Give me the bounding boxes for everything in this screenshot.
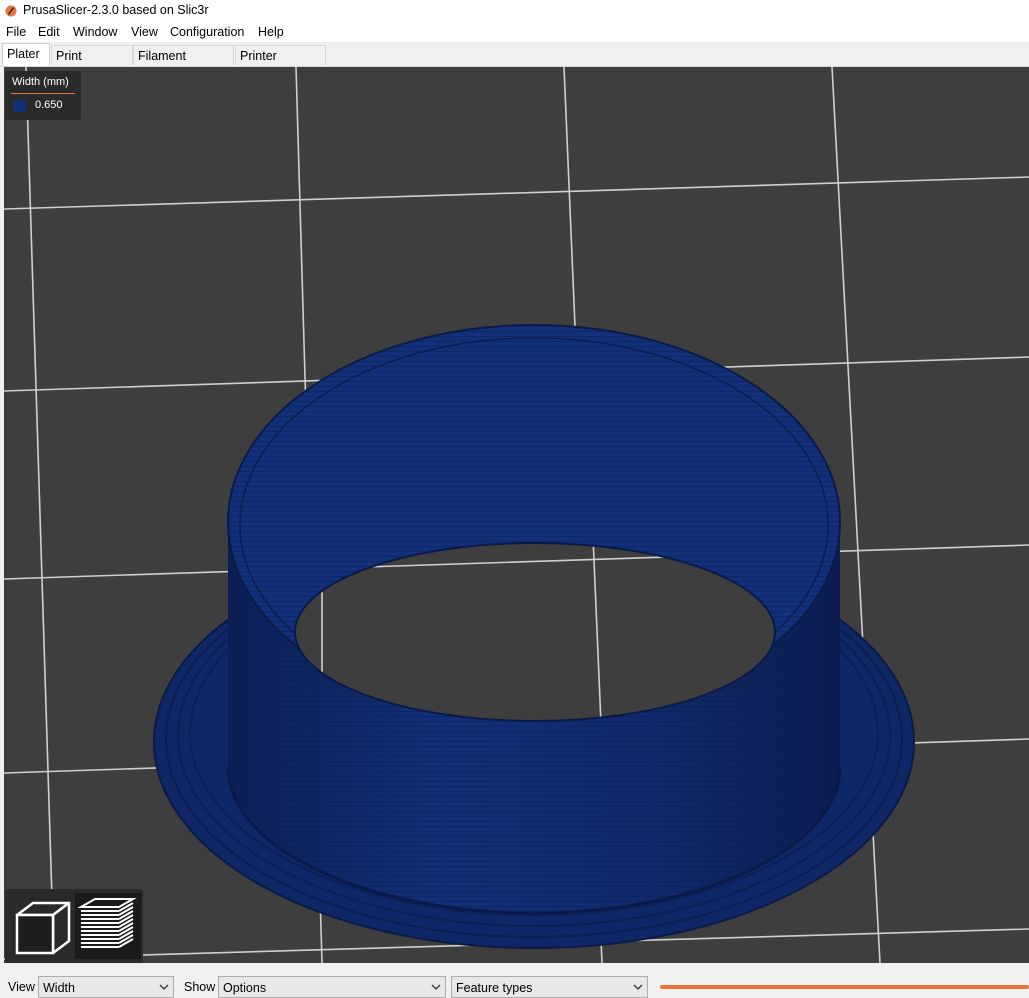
cube-icon[interactable]	[9, 893, 75, 959]
legend-value: 0.650	[35, 99, 63, 111]
window-title: PrusaSlicer-2.3.0 based on Slic3r	[23, 3, 209, 17]
preview-3d-canvas[interactable]	[4, 67, 1029, 963]
menu-window[interactable]: Window	[73, 25, 117, 39]
gcode-preview-scene	[4, 67, 1029, 963]
settings-tabs: Plater Print Settings Filament Settings …	[0, 42, 1029, 83]
tab-print-settings[interactable]: Print Settings	[51, 45, 133, 83]
show-label: Show	[184, 980, 216, 994]
menu-bar: File Edit Window View Configuration Help	[0, 22, 1029, 42]
tab-printer-settings[interactable]: Printer Settings	[235, 45, 326, 83]
menu-edit[interactable]: Edit	[38, 25, 60, 39]
view-toggle-panel	[5, 889, 143, 963]
legend-divider	[11, 93, 75, 94]
show-options-value: Options	[223, 981, 267, 995]
feature-types-value: Feature types	[456, 981, 533, 995]
prusaslicer-logo-icon	[5, 5, 17, 17]
preview-controls-bar: View Width Show Options Feature types	[0, 963, 1029, 998]
legend-title: Width (mm)	[12, 76, 69, 88]
menu-file[interactable]: File	[6, 25, 26, 39]
menu-configuration[interactable]: Configuration	[170, 25, 244, 39]
printed-model	[153, 324, 915, 949]
menu-view[interactable]: View	[131, 25, 158, 39]
view-type-select[interactable]: Width	[38, 976, 174, 998]
chevron-down-icon	[159, 984, 169, 990]
menu-help[interactable]: Help	[258, 25, 284, 39]
horizontal-move-slider[interactable]	[660, 985, 1029, 989]
title-bar: PrusaSlicer-2.3.0 based on Slic3r	[0, 0, 1029, 22]
chevron-down-icon	[633, 984, 643, 990]
view-type-value: Width	[43, 981, 75, 995]
view-label: View	[8, 980, 35, 994]
show-options-select[interactable]: Options	[218, 976, 446, 998]
tab-plater[interactable]: Plater	[2, 43, 50, 66]
legend-panel: Width (mm) 0.650	[5, 71, 81, 120]
legend-color-swatch	[13, 100, 26, 112]
tab-filament-settings[interactable]: Filament Settings	[133, 45, 234, 83]
chevron-down-icon	[431, 984, 441, 990]
layers-icon[interactable]	[75, 893, 141, 959]
feature-types-select[interactable]: Feature types	[451, 976, 648, 998]
